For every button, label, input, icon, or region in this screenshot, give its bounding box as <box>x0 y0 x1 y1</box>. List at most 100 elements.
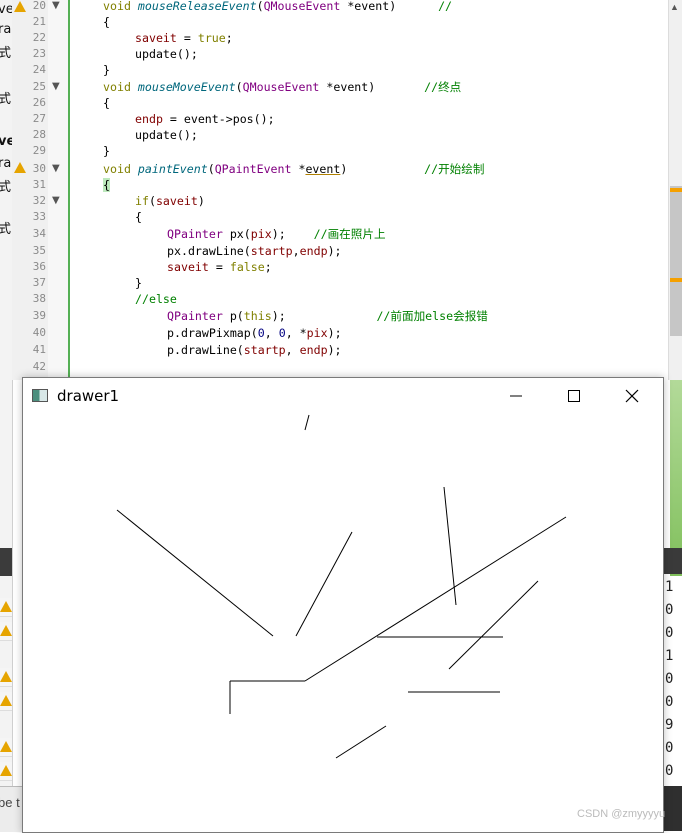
code-line: QPainter p(this); //前面加else会报错 <box>167 309 488 323</box>
right-value: 0 <box>665 625 674 641</box>
code-line: p.drawLine(startp, endp); <box>167 343 342 357</box>
line-number: 34 <box>32 227 46 240</box>
line-number: 25 <box>32 80 46 93</box>
right-value: 9 <box>665 717 674 733</box>
warning-icon <box>0 625 12 636</box>
code-line: update(); <box>135 47 198 61</box>
line-number: 36 <box>32 260 46 273</box>
line-number: 39 <box>32 309 46 322</box>
drawn-line <box>304 414 310 431</box>
line-number: 21 <box>32 15 46 28</box>
scrollbar-thumb[interactable] <box>670 186 682 336</box>
code-line: update(); <box>135 128 198 142</box>
close-button[interactable] <box>603 378 661 414</box>
line-number: 20 <box>32 0 46 12</box>
left-fragment: 式 <box>0 92 12 107</box>
left-fragment: 式 <box>0 222 12 237</box>
warning-icon <box>0 601 12 612</box>
left-warning-row <box>0 692 12 711</box>
code-line: saveit = false; <box>167 260 272 274</box>
app-icon <box>32 389 48 402</box>
code-line: void mouseMoveEvent(QMouseEvent *event) … <box>103 80 462 94</box>
maximize-button[interactable] <box>545 378 603 414</box>
line-number: 42 <box>32 360 46 373</box>
code-line: saveit = true; <box>135 31 233 45</box>
line-number: 28 <box>32 128 46 141</box>
code-line: //else <box>135 292 177 306</box>
watermark-text: CSDN @zmyyyyu <box>577 808 666 820</box>
scrollbar-warning-marker <box>670 278 682 282</box>
left-panel-header <box>0 548 12 576</box>
bottom-input-field[interactable]: be t <box>0 786 24 832</box>
left-fragment: ra <box>0 156 12 171</box>
fold-arrow-icon[interactable]: ▼ <box>52 79 60 95</box>
code-editor[interactable]: 20 21 22 23 24 25 26 27 28 29 30 31 32 3… <box>12 0 682 380</box>
code-line: QPainter px(pix); //画在照片上 <box>167 227 386 241</box>
drawing-canvas[interactable] <box>23 414 663 832</box>
right-value: 0 <box>665 694 674 710</box>
left-warning-row <box>0 762 12 781</box>
fold-arrow-icon[interactable]: ▼ <box>52 193 60 209</box>
code-line: px.drawLine(startp,endp); <box>167 244 342 258</box>
line-number: 27 <box>32 112 46 125</box>
warning-icon <box>0 765 12 776</box>
right-value: 0 <box>665 763 674 779</box>
left-warning-row <box>0 622 12 641</box>
left-fragment: ra <box>0 22 12 37</box>
line-number: 38 <box>32 292 46 305</box>
code-line: void mouseReleaseEvent(QMouseEvent *even… <box>103 0 453 13</box>
fold-arrow-icon[interactable]: ▼ <box>52 0 60 14</box>
right-value: 0 <box>665 602 674 618</box>
drawer1-window[interactable]: drawer1 <box>22 377 664 833</box>
window-title: drawer1 <box>57 387 120 405</box>
line-number: 40 <box>32 326 46 339</box>
line-number: 32 <box>32 194 46 207</box>
right-value: 0 <box>665 740 674 756</box>
code-line: } <box>135 276 142 290</box>
left-warning-row <box>0 668 12 687</box>
drawn-line <box>335 725 387 759</box>
line-number: 33 <box>32 210 46 223</box>
code-line: { <box>135 210 142 224</box>
fold-column: ▼ ▼ ▼ ▼ <box>48 0 70 380</box>
line-number: 26 <box>32 96 46 109</box>
scrollbar-warning-marker <box>670 188 682 192</box>
right-value: 1 <box>665 648 674 664</box>
drawn-line <box>448 580 539 670</box>
line-number: 23 <box>32 47 46 60</box>
left-fragment: 式 <box>0 46 12 61</box>
code-line: { <box>103 96 110 110</box>
scroll-up-arrow-icon[interactable]: ▲ <box>670 2 679 12</box>
warning-icon <box>0 741 12 752</box>
minimize-button[interactable] <box>487 378 545 414</box>
code-line: endp = event->pos(); <box>135 112 275 126</box>
right-value: 1 <box>665 579 674 595</box>
drawn-line <box>116 509 274 637</box>
minimize-icon <box>510 395 522 397</box>
close-icon <box>625 389 639 403</box>
code-line: void paintEvent(QPaintEvent *event) //开始… <box>103 162 485 176</box>
fold-arrow-icon[interactable]: ▼ <box>52 161 60 177</box>
code-line: { <box>103 178 110 192</box>
code-line: p.drawPixmap(0, 0, *pix); <box>167 326 342 340</box>
line-number: 24 <box>32 63 46 76</box>
warning-icon <box>0 671 12 682</box>
line-number: 37 <box>32 276 46 289</box>
window-titlebar[interactable]: drawer1 <box>23 378 663 414</box>
code-text-area[interactable]: void mouseReleaseEvent(QMouseEvent *even… <box>70 0 656 380</box>
line-number: 35 <box>32 244 46 257</box>
code-line: { <box>103 15 110 29</box>
left-warning-row <box>0 598 12 617</box>
code-line: if(saveit) <box>135 194 205 208</box>
warning-icon <box>0 695 12 706</box>
drawn-line <box>304 516 567 682</box>
line-number: 30 <box>32 162 46 175</box>
line-number: 31 <box>32 178 46 191</box>
editor-vertical-scrollbar[interactable]: ▲ <box>668 0 682 380</box>
line-number-gutter: 20 21 22 23 24 25 26 27 28 29 30 31 32 3… <box>12 0 48 380</box>
line-number: 29 <box>32 144 46 157</box>
right-value: 0 <box>665 671 674 687</box>
left-warning-row <box>0 738 12 757</box>
code-line: } <box>103 144 110 158</box>
line-number: 41 <box>32 343 46 356</box>
